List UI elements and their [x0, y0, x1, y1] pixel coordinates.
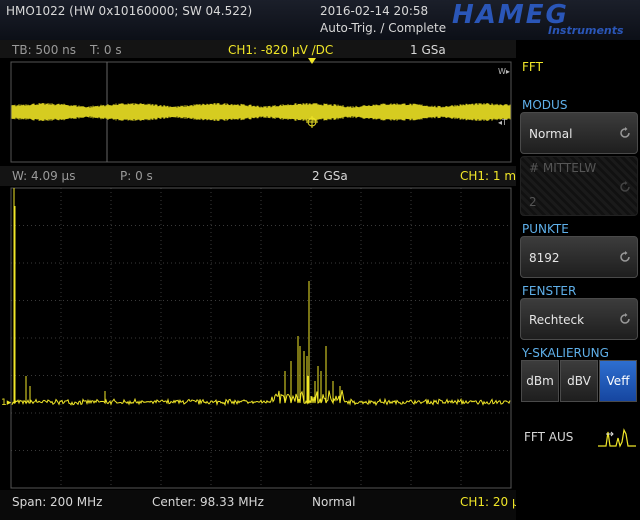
punkte-button[interactable]: 8192 — [520, 236, 638, 278]
fft-mode: Normal — [312, 495, 356, 509]
modus-value: Normal — [529, 127, 573, 141]
y-scale-veff[interactable]: Veff — [599, 360, 637, 402]
mittelw-label: # MITTELW — [529, 161, 597, 175]
punkte-value: 8192 — [529, 251, 560, 265]
rotary-knob-icon — [620, 127, 630, 138]
rotary-knob-icon — [620, 251, 630, 262]
center-frequency[interactable]: Center: 98.33 MHz — [152, 495, 264, 509]
fft-off-button[interactable]: FFT AUS — [524, 430, 573, 444]
channel-ref-marker-icon: 1▸ — [1, 398, 12, 408]
rotary-knob-icon — [620, 181, 630, 192]
trigger-time: T: 0 s — [90, 43, 122, 57]
device-info: HMO1022 (HW 0x10160000; SW 04.522) — [6, 4, 253, 18]
time-domain-display: W▸ ◂T — [10, 58, 512, 163]
sample-rate: 1 GSa — [410, 43, 446, 57]
menu-title: FFT — [522, 60, 543, 74]
y-scale-label: Y-SKALIERUNG — [522, 346, 609, 360]
y-scale-dbv[interactable]: dBV — [560, 360, 598, 402]
zoom-info-bar — [0, 166, 516, 186]
brand-sub: Instruments — [548, 24, 624, 37]
fenster-label: FENSTER — [522, 284, 577, 298]
window-position: P: 0 s — [120, 169, 153, 183]
modus-label: MODUS — [522, 98, 568, 112]
fft-display: 1▸ — [1, 187, 512, 489]
fft-channel-scale[interactable]: CH1: 1 mV — [460, 169, 524, 183]
channel-setting[interactable]: CH1: -820 µV /DC — [228, 43, 333, 57]
time-waveform — [11, 103, 511, 121]
fft-grid — [11, 188, 511, 488]
trigger-marker-icon[interactable] — [308, 58, 316, 64]
punkte-label: PUNKTE — [522, 222, 569, 236]
window-width: W: 4.09 µs — [12, 169, 76, 183]
trigger-status: Auto-Trig. / Complete — [320, 21, 447, 35]
fenster-button[interactable]: Rechteck — [520, 298, 638, 340]
fft-sample-rate: 2 GSa — [312, 169, 348, 183]
mittelw-value: 2 — [529, 195, 537, 209]
span[interactable]: Span: 200 MHz — [12, 495, 102, 509]
zoom-marker-icon: W▸ — [498, 67, 510, 76]
rotary-knob-icon — [620, 313, 630, 324]
mittelw-button: # MITTELW 2 — [520, 156, 638, 216]
modus-button[interactable]: Normal — [520, 112, 638, 154]
fft-icon[interactable] — [596, 424, 638, 450]
trigger-level-icon: ◂T — [498, 118, 507, 127]
fenster-value: Rechteck — [529, 313, 585, 327]
datetime: 2016-02-14 20:58 — [320, 4, 429, 18]
y-scale-dbm[interactable]: dBm — [521, 360, 559, 402]
timebase: TB: 500 ns — [12, 43, 76, 57]
